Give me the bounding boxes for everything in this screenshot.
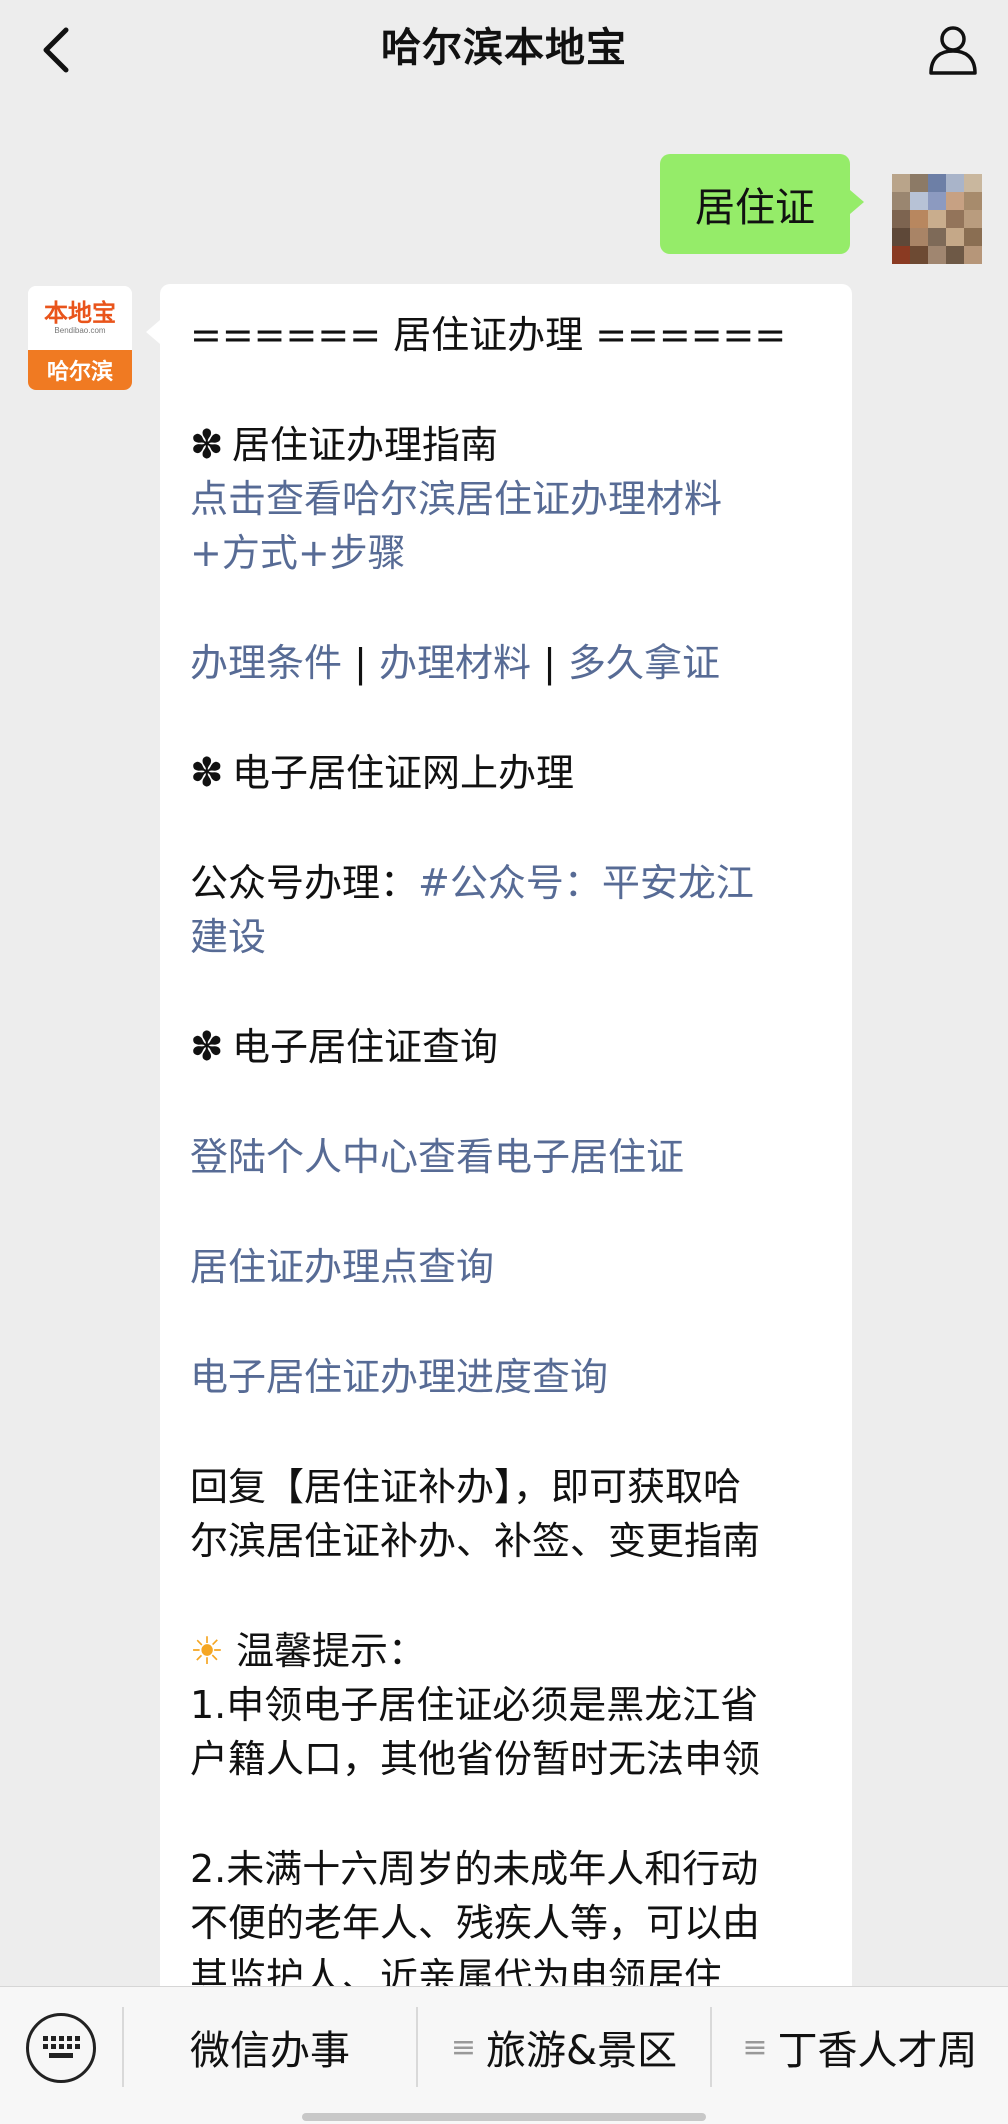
tip-2-continued-2: 其监护人、近亲属代为申领居住	[190, 1955, 723, 1986]
chat-screen: 哈尔滨本地宝 居住证 本地宝 Bendibao.com 哈尔滨 ====== 居…	[0, 0, 1008, 2124]
menu-item-talent-week[interactable]: ≡ 丁香人才周	[712, 2007, 1008, 2087]
personal-center-link[interactable]: 登陆个人中心查看电子居住证	[190, 1130, 822, 1184]
home-indicator[interactable]	[302, 2113, 706, 2121]
menu-item-wechat-services[interactable]: 微信办事	[124, 2007, 416, 2087]
message-heading: ====== 居住证办理 ======	[190, 313, 787, 357]
official-account-link-continued[interactable]: 建设	[190, 910, 822, 964]
user-message-text: 居住证	[695, 185, 815, 231]
user-message-bubble[interactable]: 居住证	[660, 154, 864, 254]
materials-link[interactable]: 办理材料	[379, 641, 531, 685]
duration-link[interactable]: 多久拿证	[568, 641, 720, 685]
sun-icon: ☀	[190, 1629, 225, 1673]
bot-avatar[interactable]: 本地宝 Bendibao.com 哈尔滨	[28, 286, 132, 390]
flower-bullet-icon: ✽	[190, 422, 224, 468]
tip-1-continued: 户籍人口，其他省份暂时无法申领	[190, 1737, 761, 1781]
tip-2: 2.未满十六周岁的未成年人和行动	[190, 1847, 759, 1891]
guide-link-continued[interactable]: +方式+步骤	[190, 526, 822, 580]
avatar-city-label: 哈尔滨	[28, 350, 132, 390]
office-location-link[interactable]: 居住证办理点查询	[190, 1240, 822, 1294]
person-icon	[929, 26, 977, 75]
tip-1: 1.申领电子居住证必须是黑龙江省	[190, 1683, 759, 1727]
guide-link[interactable]: 点击查看哈尔滨居住证办理材料	[190, 472, 822, 526]
flower-bullet-icon: ✽	[190, 1024, 224, 1070]
header-bar: 哈尔滨本地宝	[0, 0, 1008, 100]
quick-links-row: 办理条件 | 办理材料 | 多久拿证	[190, 641, 721, 685]
bot-message-bubble: ====== 居住证办理 ====== ✽ 居住证办理指南 点击查看哈尔滨居住证办…	[146, 284, 852, 1986]
profile-button[interactable]	[918, 14, 988, 84]
tip-title: ☀ 温馨提示：	[190, 1624, 822, 1678]
section-title-online: ✽ 电子居住证网上办理	[190, 746, 822, 800]
page-title: 哈尔滨本地宝	[381, 25, 627, 71]
section-title-query: ✽ 电子居住证查询	[190, 1020, 822, 1074]
chat-area[interactable]: 居住证 本地宝 Bendibao.com 哈尔滨 ====== 居住证办理 ==…	[0, 100, 1008, 1986]
bottom-menu-bar: 微信办事 ≡ 旅游&景区 ≡ 丁香人才周	[0, 1986, 1008, 2124]
section-title-guide: ✽ 居住证办理指南	[190, 418, 822, 472]
keyboard-icon	[43, 2036, 80, 2058]
user-avatar[interactable]	[892, 174, 982, 264]
reply-hint-text: 回复【居住证补办】，即可获取哈	[190, 1465, 742, 1509]
flower-bullet-icon: ✽	[190, 750, 224, 796]
submenu-icon: ≡	[742, 2029, 768, 2065]
submenu-icon: ≡	[450, 2029, 476, 2065]
menu-item-tourism[interactable]: ≡ 旅游&景区	[418, 2007, 710, 2087]
tip-2-continued: 不便的老年人、残疾人等，可以由	[190, 1901, 761, 1945]
official-account-link[interactable]: #公众号：平安龙江	[418, 861, 754, 905]
reply-hint-text-continued: 尔滨居住证补办、补签、变更指南	[190, 1519, 761, 1563]
conditions-link[interactable]: 办理条件	[190, 641, 342, 685]
keyboard-toggle-button[interactable]	[26, 2013, 96, 2083]
progress-query-link[interactable]: 电子居住证办理进度查询	[190, 1350, 822, 1404]
bendibao-logo: 本地宝 Bendibao.com	[28, 286, 132, 350]
official-account-row: 公众号办理：#公众号：平安龙江	[190, 861, 754, 905]
